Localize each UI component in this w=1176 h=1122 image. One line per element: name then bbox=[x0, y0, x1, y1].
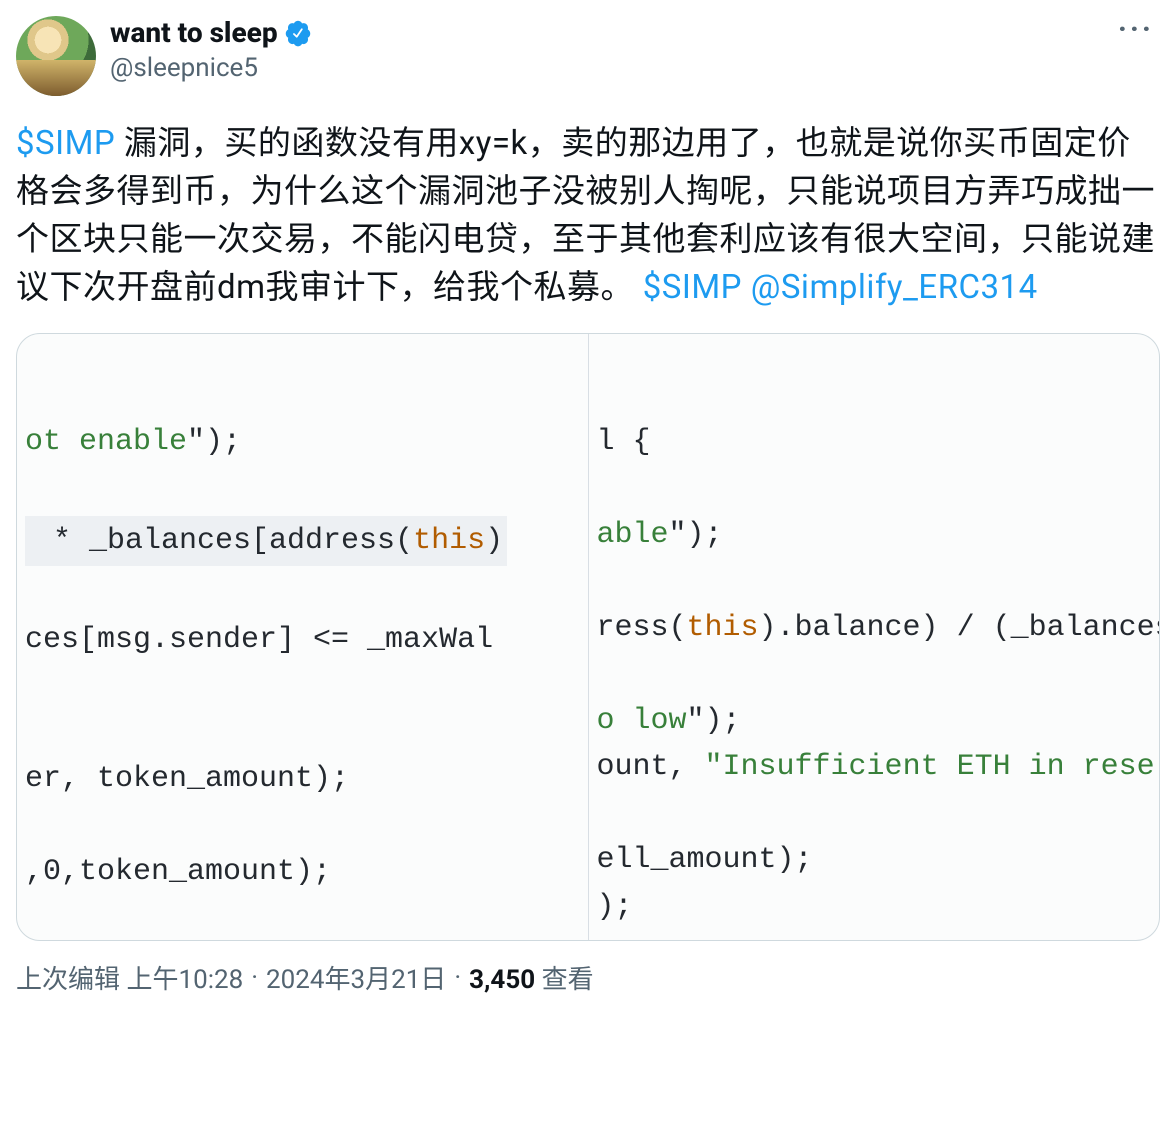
tweet-meta: 上次编辑 上午10:28 · 2024年3月21日 · 3,450 查看 bbox=[16, 959, 1160, 996]
tweet-container: want to sleep @sleepnice5 ··· $SIMP 漏洞，买… bbox=[0, 0, 1176, 1004]
code-pane-left: ot enable"); * _balances[address(this) c… bbox=[17, 334, 589, 940]
author-block[interactable]: want to sleep @sleepnice5 bbox=[110, 16, 1112, 85]
author-handle: @sleepnice5 bbox=[110, 52, 1112, 86]
verified-badge-icon bbox=[284, 19, 312, 47]
tweet-header: want to sleep @sleepnice5 ··· bbox=[16, 16, 1160, 96]
cashtag-link[interactable]: $SIMP bbox=[643, 268, 742, 307]
more-options-button[interactable]: ··· bbox=[1112, 16, 1160, 55]
mention-link[interactable]: @Simplify_ERC314 bbox=[751, 268, 1038, 307]
attached-image[interactable]: ot enable"); * _balances[address(this) c… bbox=[16, 333, 1160, 941]
last-edited-label[interactable]: 上次编辑 上午10:28 bbox=[16, 959, 243, 996]
views-count[interactable]: 3,450 查看 bbox=[469, 959, 594, 996]
avatar[interactable] bbox=[16, 16, 96, 96]
cashtag-link[interactable]: $SIMP bbox=[16, 124, 115, 163]
tweet-text: $SIMP 漏洞，买的函数没有用xy=k，卖的那边用了，也就是说你买币固定价格会… bbox=[16, 120, 1160, 311]
author-display-name: want to sleep bbox=[110, 16, 278, 50]
tweet-date[interactable]: 2024年3月21日 bbox=[266, 959, 446, 996]
code-pane-right: l { able"); ress(this).balance) / (_bala… bbox=[589, 334, 1160, 940]
